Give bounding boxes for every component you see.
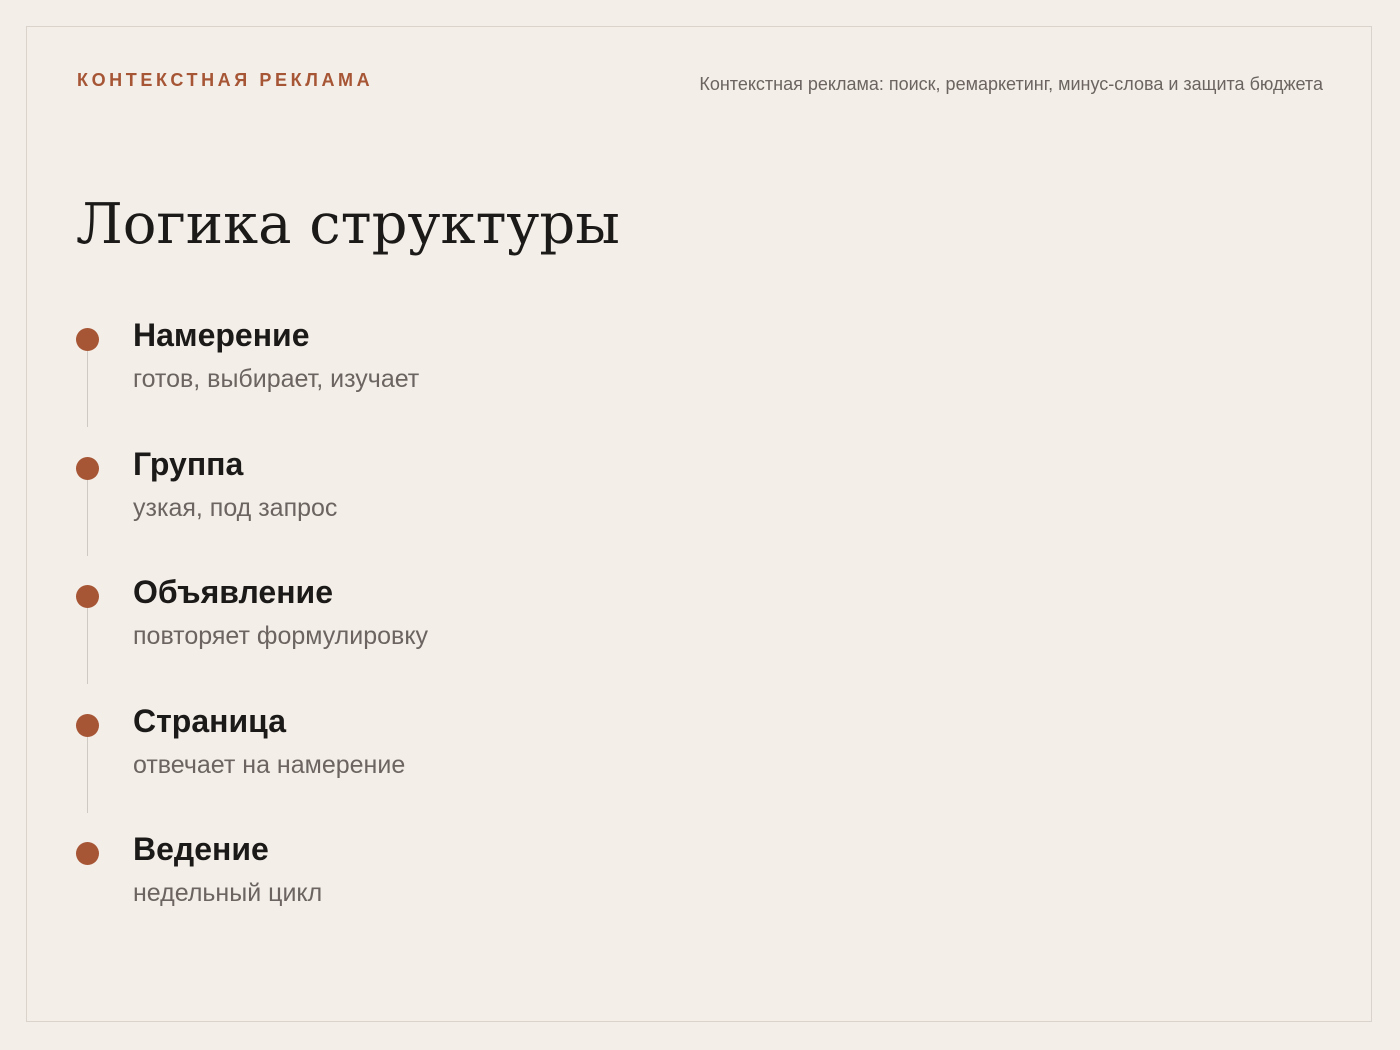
- section-label: КОНТЕКСТНАЯ РЕКЛАМА: [77, 70, 374, 90]
- timeline-step-ad: Объявление повторяет формулировку: [76, 572, 876, 701]
- step-title: Намерение: [133, 317, 310, 353]
- timeline-step-group: Группа узкая, под запрос: [76, 444, 876, 573]
- step-title: Страница: [133, 702, 286, 739]
- timeline-connector: [87, 351, 88, 427]
- step-description: узкая, под запрос: [133, 493, 338, 522]
- step-description: повторяет формулировку: [133, 622, 429, 650]
- timeline-dot-icon: [76, 456, 99, 480]
- slide: КОНТЕКСТНАЯ РЕКЛАМА Контекстная реклама:…: [26, 26, 1372, 1022]
- step-description: недельный цикл: [133, 879, 323, 907]
- timeline-dot-icon: [76, 328, 99, 351]
- timeline-step-intent: Намерение готов, выбирает, изучает: [76, 315, 876, 444]
- page-title: Логика структуры: [76, 192, 620, 257]
- timeline-connector: [87, 608, 88, 684]
- timeline-dot-icon: [76, 842, 99, 865]
- step-description: отвечает на намерение: [133, 750, 406, 779]
- step-title: Группа: [133, 445, 244, 482]
- timeline-connector: [87, 479, 88, 556]
- timeline-step-page: Страница отвечает на намерение: [76, 701, 876, 830]
- timeline-connector: [87, 736, 88, 813]
- timeline-dot-icon: [76, 585, 99, 608]
- deck-subtitle: Контекстная реклама: поиск, ремаркетинг,…: [699, 74, 1323, 94]
- step-description: готов, выбирает, изучает: [133, 365, 420, 393]
- timeline-step-management: Ведение недельный цикл: [76, 829, 876, 958]
- step-title: Ведение: [133, 831, 269, 867]
- structure-timeline: Намерение готов, выбирает, изучает Групп…: [76, 315, 876, 958]
- step-title: Объявление: [133, 574, 333, 610]
- timeline-dot-icon: [76, 713, 99, 737]
